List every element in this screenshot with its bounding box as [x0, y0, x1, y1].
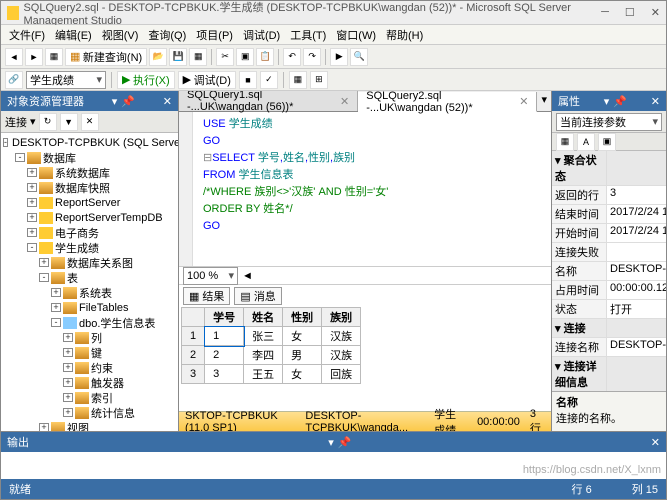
menu-project[interactable]: 项目(P)	[192, 26, 237, 44]
maximize-button[interactable]: ☐	[625, 6, 635, 19]
query-status-bar: SKTOP-TCPBKUK (11.0 SP1) DESKTOP-TCPBKUK…	[179, 411, 551, 431]
status-user: DESKTOP-TCPBKUK\wangda...	[305, 410, 424, 432]
refresh-button[interactable]: ↻	[39, 113, 57, 131]
new-query-button[interactable]: ▦ 新建查询(N)	[65, 48, 147, 66]
save-button[interactable]: 💾	[169, 48, 187, 66]
status-time: 00:00:00	[477, 416, 520, 428]
zoom-combo[interactable]: 100 %▾	[183, 267, 238, 285]
menu-view[interactable]: 视图(V)	[98, 26, 143, 44]
az-button[interactable]: A	[577, 133, 595, 151]
tab-messages[interactable]: ▤消息	[234, 287, 281, 305]
menu-query[interactable]: 查询(Q)	[144, 26, 190, 44]
object-explorer-panel: 对象资源管理器 ▾ 📌 ✕ 连接▾ ↻ ▼ ✕ -DESKTOP-TCPBKUK…	[1, 91, 179, 431]
tab-query1[interactable]: SQLQuery1.sql -...UK\wangdan (56))*✕	[179, 91, 358, 111]
nav-button[interactable]: ▶	[330, 48, 348, 66]
table-row: 22李四男汉族	[182, 346, 361, 365]
editor-area: SQLQuery1.sql -...UK\wangdan (56))*✕ SQL…	[179, 91, 551, 431]
copy-button[interactable]: ▣	[236, 48, 254, 66]
cut-button[interactable]: ✂	[216, 48, 234, 66]
close-icon[interactable]: ✕	[340, 95, 349, 108]
table-row: 33王五女回族	[182, 365, 361, 384]
status-server: SKTOP-TCPBKUK (11.0 SP1)	[185, 410, 295, 432]
panel-close-icon[interactable]: ✕	[651, 95, 660, 108]
status-db: 学生成绩	[434, 406, 467, 432]
paste-button[interactable]: 📋	[256, 48, 274, 66]
menu-edit[interactable]: 编辑(E)	[51, 26, 96, 44]
connect-label[interactable]: 连接	[5, 114, 27, 130]
result-tabs: ▦结果 ▤消息	[179, 285, 551, 305]
title-bar: SQLQuery2.sql - DESKTOP-TCPBKUK.学生成绩 (DE…	[1, 1, 666, 25]
properties-panel: 属性▾📌✕ 当前连接参数▾ ▦A▣ ▾ 聚合状态 返回的行3 结束时间2017/…	[551, 91, 666, 431]
tab-results[interactable]: ▦结果	[183, 287, 230, 305]
plan-button[interactable]: ▦	[289, 71, 307, 89]
minimize-button[interactable]: ─	[601, 6, 609, 19]
window-title: SQLQuery2.sql - DESKTOP-TCPBKUK.学生成绩 (DE…	[23, 0, 601, 27]
undo-button[interactable]: ↶	[283, 48, 301, 66]
panel-close-icon[interactable]: ✕	[163, 95, 172, 108]
zoom-bar: 100 %▾ ◄	[179, 267, 551, 285]
menu-help[interactable]: 帮助(H)	[382, 26, 427, 44]
object-tree[interactable]: -DESKTOP-TCPBKUK (SQL Server -数据库 +系统数据库…	[1, 133, 178, 431]
status-ready: 就绪	[9, 481, 31, 497]
open-button[interactable]: 📂	[149, 48, 167, 66]
new-project-button[interactable]: ▦	[45, 48, 63, 66]
fwd-button[interactable]: ►	[25, 48, 43, 66]
sql-editor[interactable]: USE 学生成绩 GO ⊟SELECT 学号,姓名,性别,族别 FROM 学生信…	[179, 112, 551, 267]
stop-button[interactable]: ■	[239, 71, 257, 89]
document-tabs: SQLQuery1.sql -...UK\wangdan (56))*✕ SQL…	[179, 91, 551, 112]
status-bar: 就绪 行 6 列 15	[1, 479, 666, 499]
table-row: 11张三女汉族	[182, 327, 361, 346]
debug-btn[interactable]: ▶ 调试(D)	[178, 71, 236, 89]
find-button[interactable]: 🔍	[350, 48, 368, 66]
database-combo[interactable]: 学生成绩▾	[26, 71, 106, 89]
results-grid[interactable]: 学号姓名性别族别 11张三女汉族 22李四男汉族 33王五女回族	[179, 305, 551, 411]
toolbar-query: 🔗 学生成绩▾ ▶ 执行(X) ▶ 调试(D) ■ ✓ ▦ ⊞	[1, 69, 666, 91]
props-combo[interactable]: 当前连接参数▾	[556, 113, 662, 131]
status-line: 行 6	[572, 481, 592, 497]
back-button[interactable]: ◄	[5, 48, 23, 66]
close-icon[interactable]: ✕	[519, 95, 528, 108]
status-col: 列 15	[632, 481, 658, 497]
toolbar-main: ◄ ► ▦ ▦ 新建查询(N) 📂 💾 ▦ ✂ ▣ 📋 ↶ ↷ ▶ 🔍	[1, 45, 666, 69]
menu-bar: 文件(F) 编辑(E) 视图(V) 查询(Q) 项目(P) 调试(D) 工具(T…	[1, 25, 666, 45]
disconnect-button[interactable]: ✕	[81, 113, 99, 131]
prop-description: 名称连接的名称。	[552, 391, 666, 431]
app-icon	[7, 6, 19, 20]
prop-button[interactable]: ▣	[598, 133, 616, 151]
tab-dropdown[interactable]: ▾	[537, 91, 551, 111]
props-header: 属性▾📌✕	[552, 91, 666, 111]
explorer-toolbar: 连接▾ ↻ ▼ ✕	[1, 111, 178, 133]
menu-file[interactable]: 文件(F)	[5, 26, 49, 44]
watermark: https://blog.csdn.net/X_lxnm	[523, 464, 661, 476]
opts-button[interactable]: ⊞	[310, 71, 328, 89]
pin-icon[interactable]: 📌	[338, 436, 352, 449]
cat-button[interactable]: ▦	[556, 133, 574, 151]
tab-query2[interactable]: SQLQuery2.sql -...UK\wangdan (52))*✕	[358, 92, 537, 112]
grid-icon: ▦	[189, 290, 199, 303]
explorer-header: 对象资源管理器 ▾ 📌 ✕	[1, 91, 178, 111]
change-conn-button[interactable]: 🔗	[5, 71, 23, 89]
pin-icon[interactable]: 📌	[121, 95, 135, 108]
redo-button[interactable]: ↷	[303, 48, 321, 66]
status-rows: 3 行	[530, 408, 545, 432]
parse-button[interactable]: ✓	[260, 71, 278, 89]
close-button[interactable]: ✕	[651, 6, 660, 19]
menu-window[interactable]: 窗口(W)	[332, 26, 380, 44]
menu-tools[interactable]: 工具(T)	[286, 26, 330, 44]
msg-icon: ▤	[240, 290, 250, 303]
pin-icon[interactable]: 📌	[613, 95, 627, 108]
menu-debug[interactable]: 调试(D)	[239, 26, 284, 44]
execute-button[interactable]: ▶ 执行(X)	[117, 71, 175, 89]
panel-close-icon[interactable]: ✕	[651, 436, 660, 449]
filter-button[interactable]: ▼	[60, 113, 78, 131]
saveall-button[interactable]: ▦	[189, 48, 207, 66]
